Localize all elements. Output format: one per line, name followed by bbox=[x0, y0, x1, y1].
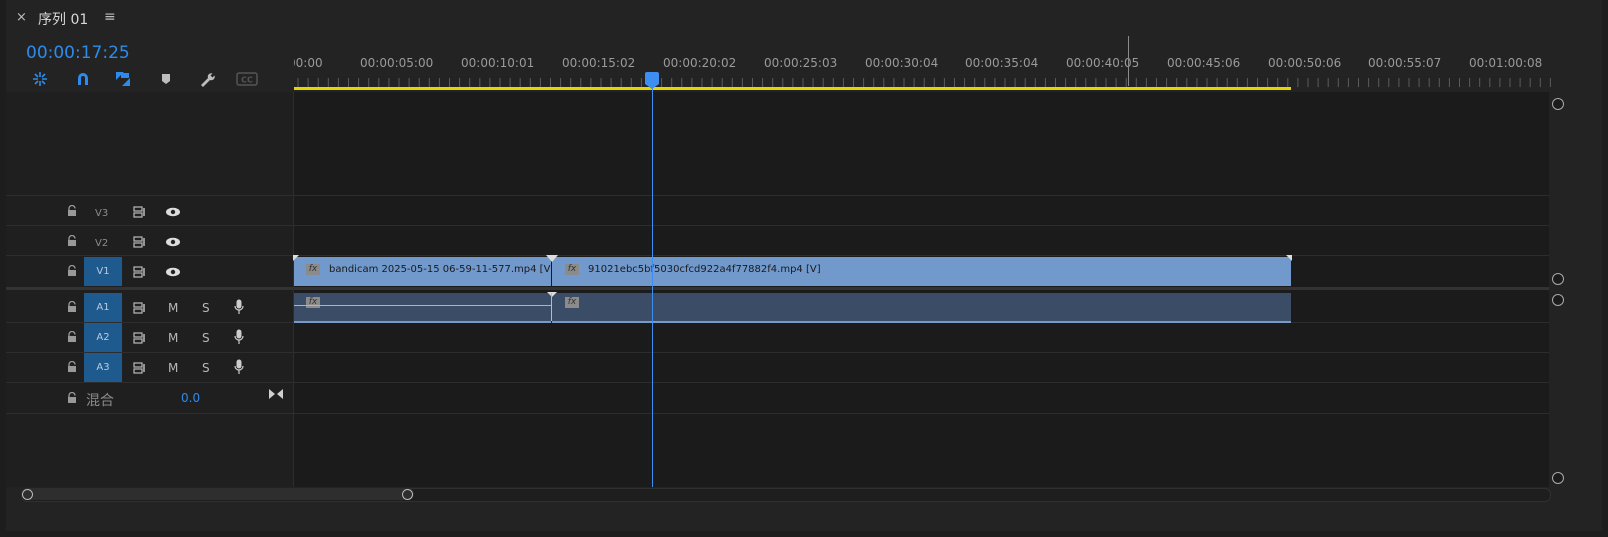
lock-icon[interactable] bbox=[66, 331, 78, 343]
audio-scroll-bottom-handle[interactable] bbox=[1552, 472, 1564, 484]
ruler-label: 00:00:30:04 bbox=[865, 56, 939, 70]
ruler-label: 00:00 bbox=[294, 56, 323, 70]
svg-text:CC: CC bbox=[241, 76, 253, 85]
fx-badge: fx bbox=[565, 264, 579, 275]
captions-cc-icon[interactable]: CC bbox=[236, 68, 258, 90]
lock-icon[interactable] bbox=[66, 361, 78, 373]
track-label-a2: A2 bbox=[96, 332, 110, 343]
clip-corner-icon bbox=[293, 255, 299, 261]
panel-menu-button[interactable]: ≡ bbox=[104, 9, 116, 25]
sync-lock-icon[interactable] bbox=[133, 332, 147, 344]
lock-icon[interactable] bbox=[66, 265, 78, 277]
ruler-label: 00:00:25:03 bbox=[764, 56, 838, 70]
work-area-bar[interactable] bbox=[294, 87, 1291, 90]
track-label-v3[interactable]: V3 bbox=[95, 208, 108, 219]
ruler-label: 00:00:15:02 bbox=[562, 56, 636, 70]
lock-icon[interactable] bbox=[66, 301, 78, 313]
playhead-timecode[interactable]: 00:00:17:25 bbox=[26, 43, 130, 63]
mute-button-a2[interactable]: M bbox=[168, 331, 178, 345]
track-target-a1[interactable]: A1 bbox=[84, 293, 122, 322]
transition-marker-icon bbox=[547, 292, 557, 297]
insert-nest-icon[interactable] bbox=[29, 68, 51, 90]
lock-icon[interactable] bbox=[66, 392, 78, 404]
audio-clip[interactable]: fx bbox=[552, 293, 1291, 323]
zoom-scroll-right-handle[interactable] bbox=[402, 489, 413, 500]
video-clip[interactable]: fx bandicam 2025-05-15 06-59-11-577.mp4 … bbox=[294, 257, 551, 286]
track-divider bbox=[6, 352, 1549, 353]
track-target-a3[interactable]: A3 bbox=[84, 353, 122, 382]
ruler-label: 00:00:35:04 bbox=[965, 56, 1039, 70]
audio-scroll-top-handle[interactable] bbox=[1552, 294, 1564, 306]
sync-lock-icon[interactable] bbox=[133, 266, 147, 278]
ruler-label: 00:00:50:06 bbox=[1268, 56, 1342, 70]
marker-line bbox=[1128, 36, 1129, 86]
microphone-icon[interactable] bbox=[234, 299, 244, 315]
track-divider bbox=[6, 195, 1549, 196]
volume-rubberband[interactable] bbox=[294, 305, 551, 306]
transition-marker-icon bbox=[546, 255, 558, 262]
fx-badge: fx bbox=[565, 297, 579, 308]
mix-collapse-icon[interactable] bbox=[268, 388, 284, 400]
microphone-icon[interactable] bbox=[234, 359, 244, 375]
zoom-scroll-left-handle[interactable] bbox=[22, 489, 33, 500]
mix-volume-value[interactable]: 0.0 bbox=[181, 391, 200, 405]
lock-icon[interactable] bbox=[66, 235, 78, 247]
sync-lock-icon[interactable] bbox=[133, 206, 147, 218]
mute-button-a1[interactable]: M bbox=[168, 301, 178, 315]
mute-button-a3[interactable]: M bbox=[168, 361, 178, 375]
edit-point[interactable] bbox=[551, 293, 552, 321]
ruler-label: 00:00:45:06 bbox=[1167, 56, 1241, 70]
track-label-a3: A3 bbox=[96, 362, 110, 373]
track-divider bbox=[6, 225, 1549, 226]
eye-icon[interactable] bbox=[165, 267, 181, 277]
linked-selection-icon[interactable] bbox=[112, 68, 134, 90]
ruler-label: 00:01:00:08 bbox=[1469, 56, 1543, 70]
solo-button-a1[interactable]: S bbox=[202, 301, 210, 315]
clip-corner-icon bbox=[1286, 255, 1292, 261]
microphone-icon[interactable] bbox=[234, 329, 244, 345]
track-label-a1: A1 bbox=[96, 302, 110, 313]
sync-lock-icon[interactable] bbox=[133, 236, 147, 248]
clip-name: bandicam 2025-05-15 06-59-11-577.mp4 [V] bbox=[329, 264, 551, 275]
zoom-scroll-thumb[interactable] bbox=[22, 488, 414, 500]
ruler-label: 00:00:05:00 bbox=[360, 56, 434, 70]
audio-clip[interactable]: fx bbox=[294, 293, 551, 323]
solo-button-a2[interactable]: S bbox=[202, 331, 210, 345]
ruler-label: 00:00:55:07 bbox=[1368, 56, 1442, 70]
track-target-a2[interactable]: A2 bbox=[84, 323, 122, 352]
header-divider bbox=[293, 92, 294, 487]
add-marker-icon[interactable] bbox=[155, 68, 177, 90]
track-divider bbox=[6, 382, 1549, 383]
eye-icon[interactable] bbox=[165, 207, 181, 217]
track-label-v1: V1 bbox=[96, 266, 110, 277]
playhead-line[interactable] bbox=[652, 80, 653, 487]
fx-badge: fx bbox=[306, 264, 320, 275]
clip-name: 91021ebc5bf5030cfcd922a4f77882f4.mp4 [V] bbox=[588, 264, 821, 275]
solo-button-a3[interactable]: S bbox=[202, 361, 210, 375]
playhead-handle[interactable] bbox=[645, 72, 659, 84]
lock-icon[interactable] bbox=[66, 205, 78, 217]
video-audio-divider[interactable] bbox=[6, 287, 1549, 290]
ruler-label: 00:00:20:02 bbox=[663, 56, 737, 70]
playhead-tip bbox=[645, 84, 659, 89]
sequence-tab-title[interactable]: 序列 01 bbox=[38, 9, 88, 29]
eye-icon[interactable] bbox=[165, 237, 181, 247]
track-target-v1[interactable]: V1 bbox=[84, 257, 122, 286]
video-clip[interactable]: fx 91021ebc5bf5030cfcd922a4f77882f4.mp4 … bbox=[552, 257, 1291, 286]
snap-magnet-icon[interactable] bbox=[72, 68, 94, 90]
video-scroll-top-handle[interactable] bbox=[1552, 98, 1564, 110]
sync-lock-icon[interactable] bbox=[133, 302, 147, 314]
mix-track-label: 混合 bbox=[86, 393, 114, 409]
track-label-v2[interactable]: V2 bbox=[95, 238, 108, 249]
wrench-settings-icon[interactable] bbox=[196, 68, 218, 90]
close-tab-button[interactable]: × bbox=[16, 10, 27, 25]
ruler-label: 00:00:10:01 bbox=[461, 56, 535, 70]
track-divider bbox=[6, 413, 1549, 414]
time-ruler[interactable]: 00:00 00:00:05:00 00:00:10:01 00:00:15:0… bbox=[294, 36, 1554, 92]
video-scroll-bottom-handle[interactable] bbox=[1552, 273, 1564, 285]
track-divider bbox=[6, 255, 1549, 256]
fx-badge: fx bbox=[306, 297, 320, 308]
sync-lock-icon[interactable] bbox=[133, 362, 147, 374]
